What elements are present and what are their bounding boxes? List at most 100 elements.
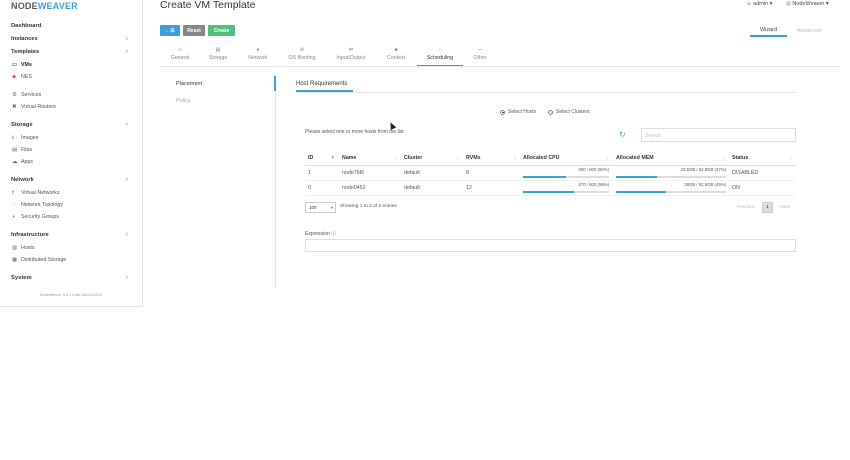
scheduling-subnav: Placement Policy (160, 74, 276, 288)
cell-name: node7fd6 (339, 165, 401, 181)
user-menu[interactable]: ☺ admin ▾ (746, 1, 772, 7)
cell-status: ON (729, 180, 796, 196)
tab-input-output[interactable]: ⇄ Input/Output (330, 46, 372, 65)
chevron-up-icon: ∧ (124, 232, 129, 238)
reset-button[interactable]: Reset (183, 25, 205, 36)
radio-select-hosts[interactable]: Select Hosts (500, 109, 536, 115)
sidebar-section-infrastructure[interactable]: Infrastructure ∧ (0, 229, 142, 242)
storage-icon: ▤ (215, 47, 221, 53)
sidebar-item-files[interactable]: ▤ Files (0, 144, 142, 156)
exchange-icon: ⇄ (348, 47, 354, 53)
sidebar: NODEWEAVER Dashboard Instances ∨ Template… (0, 0, 143, 307)
dash-icon: — (477, 47, 483, 53)
sort-icon: ↕ (456, 155, 459, 160)
col-allocated-mem[interactable]: Allocated MEM ↕ (613, 151, 729, 166)
radio-select-clusters[interactable]: Select Clusters (548, 109, 590, 115)
sort-icon: ↕ (789, 155, 792, 160)
download-icon: ⭳ (12, 135, 14, 141)
tab-other[interactable]: — Other (466, 46, 494, 65)
radio-checked-icon (500, 109, 505, 115)
sidebar-section-network[interactable]: Network ∧ (0, 174, 142, 187)
globe-icon: ● (256, 47, 260, 53)
sort-icon: ↕ (722, 155, 725, 160)
search-input[interactable]: Search (641, 128, 796, 142)
tab-scheduling[interactable]: ∴ Scheduling (417, 46, 463, 67)
section-divider (296, 92, 796, 93)
tab-storage[interactable]: ▤ Storage (200, 46, 236, 65)
sidebar-section-storage[interactable]: Storage ∧ (0, 119, 142, 132)
sort-desc-icon: ▼ (330, 155, 335, 160)
sidebar-item-security-groups[interactable]: ◖ Security Groups (0, 211, 142, 223)
back-button[interactable]: ←☰ (160, 25, 180, 36)
sidebar-item-distributed-storage[interactable]: ▦ Distributed Storage (0, 254, 142, 266)
sort-icon: ↕ (394, 155, 397, 160)
brand-logo[interactable]: NODEWEAVER (11, 1, 78, 11)
topology-icon: ∷ (12, 202, 16, 208)
subnav-placement[interactable]: Placement (176, 81, 202, 87)
router-icon: ✖ (12, 104, 17, 110)
caret-down-icon: ▾ (330, 205, 333, 210)
sidebar-item-hosts[interactable]: ▥ Hosts (0, 242, 142, 254)
sidebar-section-system[interactable]: System ∨ (0, 272, 142, 285)
subnav-policy[interactable]: Policy (176, 98, 191, 104)
entries-info: Showing 1 to 2 of 2 entries (340, 204, 397, 209)
sort-icon: ↕ (606, 155, 609, 160)
cell-id: 1 (305, 165, 339, 181)
sidebar-item-vms[interactable]: ▭ VMs (0, 59, 142, 71)
wizard-tab[interactable]: Wizard (750, 25, 787, 37)
col-rvms[interactable]: RVMs ↕ (463, 151, 520, 166)
tab-os-booting[interactable]: ⚙ OS Booting (282, 46, 322, 65)
hdd-icon: ▥ (12, 245, 18, 251)
services-icon: ⚙ (12, 92, 17, 98)
col-status[interactable]: Status ↕ (729, 151, 796, 166)
expression-input[interactable] (305, 239, 796, 252)
caret-down-icon: ▾ (769, 1, 773, 7)
page-size-select[interactable]: 100 ▾ (305, 202, 336, 213)
hosts-table: ID ▼ Name ↕ Cluster ↕ RVMs ↕ Allocated CPU ↕ … (305, 151, 796, 196)
active-indicator (274, 76, 276, 91)
file-icon: ▤ (12, 147, 18, 153)
sidebar-item-images[interactable]: ⭳ Images (0, 132, 142, 144)
sidebar-item-services[interactable]: ⚙ Services (0, 89, 142, 101)
table-row[interactable]: 0 node0452 default 12 470 / 800 (59%) 28… (305, 180, 796, 196)
refresh-icon[interactable]: ↻ (619, 131, 626, 139)
zone-menu[interactable]: ◎ NodeWeaver ▾ (786, 1, 829, 7)
previous-page-button[interactable]: Previous (732, 202, 760, 213)
next-page-button[interactable]: Next (775, 202, 795, 213)
page-1-button[interactable]: 1 (762, 202, 773, 213)
cell-cluster: default (401, 165, 463, 181)
col-name[interactable]: Name ↕ (339, 151, 401, 166)
sidebar-item-network-topology[interactable]: ∷ Network Topology (0, 199, 142, 211)
chevron-up-icon: ∧ (124, 122, 129, 128)
wizard-tabs: ▭ General ▤ Storage ● Network ⚙ OS Booting ⇄… (160, 46, 840, 67)
section-title[interactable]: Host Requirements (296, 81, 354, 92)
create-button[interactable]: Create (208, 25, 235, 36)
col-cluster[interactable]: Cluster ↕ (401, 151, 463, 166)
folder-icon: ■ (394, 47, 398, 53)
cell-rvms: 8 (463, 165, 520, 181)
sidebar-item-apps[interactable]: ☁ Apps (0, 156, 142, 168)
sidebar-item-virtual-networks[interactable]: ⫯ Virtual Networks (0, 187, 142, 199)
network-icon: ⫯ (12, 190, 15, 196)
sidebar-section-templates[interactable]: Templates ∧ (0, 46, 142, 59)
advanced-tab[interactable]: Advanced (790, 25, 828, 37)
table-row[interactable]: 1 node7fd6 default 8 400 / 800 (50%) 23.… (305, 165, 796, 181)
sidebar-section-instances[interactable]: Instances ∨ (0, 33, 142, 46)
hint-text: Please select one or more hosts from the… (305, 129, 404, 135)
radio-unchecked-icon (548, 109, 553, 115)
database-icon: ▦ (12, 257, 18, 263)
mem-progress-bar: 28GB / 62.9GB (45%) (616, 182, 726, 193)
mem-progress-bar: 23.5GB / 62.9GB (37%) (616, 167, 726, 178)
sidebar-item-virtual-routers[interactable]: ✖ Virtual Routers (0, 101, 142, 113)
app-root: NODEWEAVER Dashboard Instances ∨ Template… (0, 0, 850, 460)
sidebar-item-nes[interactable]: ◆ NES (0, 71, 142, 83)
cell-cluster: default (401, 180, 463, 196)
tab-general[interactable]: ▭ General (162, 46, 198, 65)
chevron-up-icon: ∧ (124, 177, 129, 183)
tab-context[interactable]: ■ Context (378, 46, 414, 65)
tab-network[interactable]: ● Network (240, 46, 276, 65)
col-id[interactable]: ID ▼ (305, 151, 339, 166)
shield-icon: ◖ (12, 214, 16, 220)
sidebar-item-dashboard[interactable]: Dashboard (0, 20, 142, 33)
col-allocated-cpu[interactable]: Allocated CPU ↕ (520, 151, 613, 166)
